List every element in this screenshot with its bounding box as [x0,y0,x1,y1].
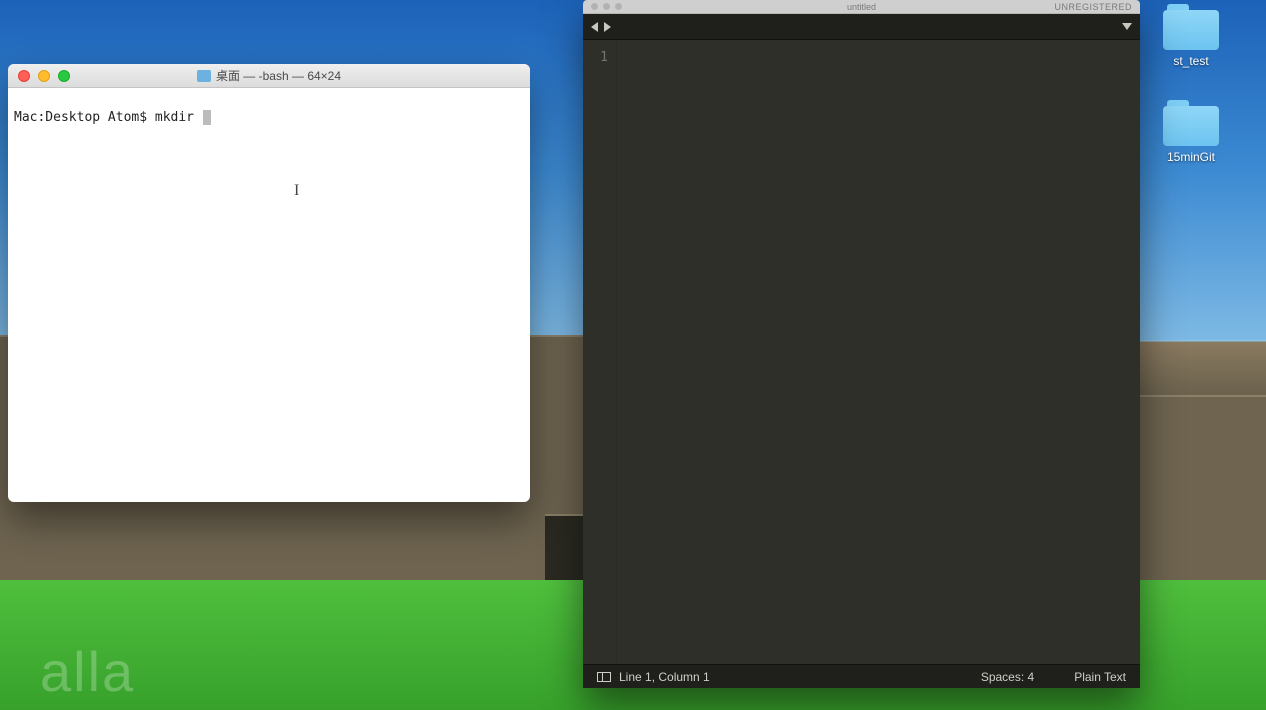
terminal-window[interactable]: 桌面 — -bash — 64×24 Mac:Desktop Atom$ mkd… [8,64,530,502]
text-caret-icon: I [294,182,299,199]
panel-toggle-icon[interactable] [597,672,611,682]
folder-icon [197,70,211,82]
wallpaper-castle [1135,395,1266,595]
status-position[interactable]: Line 1, Column 1 [619,670,710,684]
editor-tabbar[interactable] [583,14,1140,40]
terminal-prompt-line: Mac:Desktop Atom$ mkdir [14,110,202,125]
tab-menu-icon[interactable] [1122,23,1132,30]
folder-icon [1163,100,1219,146]
editor-titlebar[interactable]: untitled UNREGISTERED [583,0,1140,14]
window-controls [8,70,70,82]
status-indent[interactable]: Spaces: 4 [981,670,1034,684]
close-button[interactable] [18,70,30,82]
minimize-button[interactable] [38,70,50,82]
wallpaper-watermark: alla [40,639,135,704]
folder-label: st_test [1148,54,1234,68]
editor-window[interactable]: untitled UNREGISTERED 1 Line 1, Column 1… [583,0,1140,688]
terminal-titlebar[interactable]: 桌面 — -bash — 64×24 [8,64,530,88]
terminal-body[interactable]: Mac:Desktop Atom$ mkdir I [8,88,530,502]
editor-main: 1 [583,40,1140,664]
gutter-line-number: 1 [583,50,608,65]
desktop-folder-st-test[interactable]: st_test [1148,4,1234,68]
editor-gutter: 1 [583,40,617,664]
desktop[interactable]: alla st_test 15minGit 桌面 — -bash — 64×24… [0,0,1266,710]
close-button[interactable] [591,3,598,10]
folder-icon [1163,4,1219,50]
status-syntax[interactable]: Plain Text [1074,670,1126,684]
nav-back-icon[interactable] [591,22,598,32]
nav-forward-icon[interactable] [604,22,611,32]
terminal-cursor [203,110,211,125]
window-controls [583,3,622,10]
folder-label: 15minGit [1148,150,1234,164]
desktop-folder-15mingit[interactable]: 15minGit [1148,100,1234,164]
nav-arrows [591,22,611,32]
terminal-title-text: 桌面 — -bash — 64×24 [216,67,341,84]
editor-code-area[interactable] [617,40,1140,664]
terminal-title: 桌面 — -bash — 64×24 [8,67,530,84]
zoom-button[interactable] [615,3,622,10]
minimize-button[interactable] [603,3,610,10]
zoom-button[interactable] [58,70,70,82]
editor-statusbar: Line 1, Column 1 Spaces: 4 Plain Text [583,664,1140,688]
editor-registration: UNREGISTERED [1054,2,1132,12]
